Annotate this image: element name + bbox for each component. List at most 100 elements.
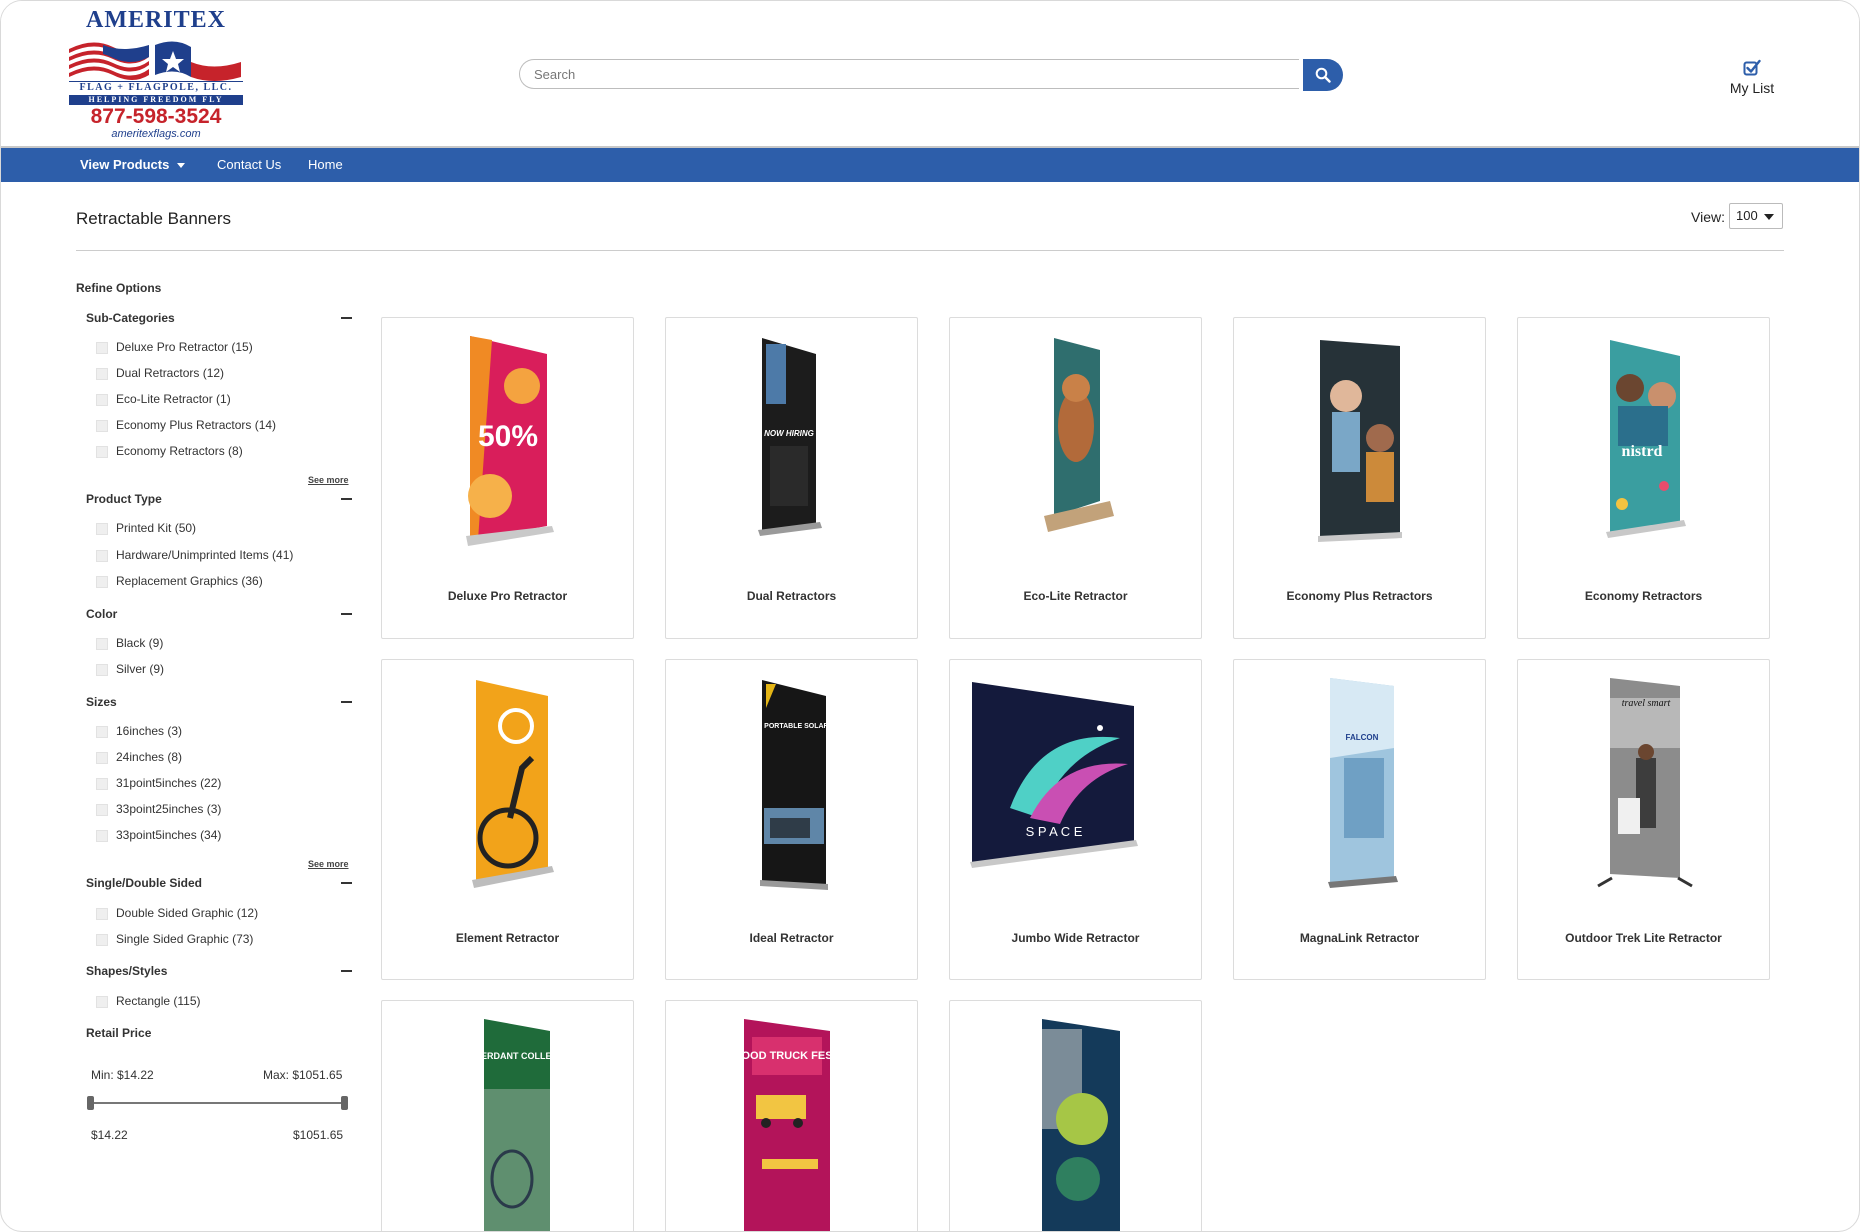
filter-option[interactable]: Double Sided Graphic (12) — [96, 905, 258, 921]
facet-sided-header[interactable]: Single/Double Sided — [86, 876, 428, 890]
checkbox[interactable] — [96, 663, 108, 676]
view-label: View: — [1691, 209, 1725, 225]
filter-option-label: Black (9) — [116, 636, 164, 650]
filter-option[interactable]: 24inches (8) — [96, 749, 182, 765]
facet-price-header: Retail Price — [86, 1026, 428, 1040]
checkbox[interactable] — [96, 367, 108, 380]
view-count-select[interactable]: 100 — [1729, 203, 1783, 229]
product-name: Eco-Lite Retractor — [1023, 589, 1128, 603]
collapse-icon[interactable] — [341, 882, 352, 884]
checkbox[interactable] — [96, 419, 108, 432]
logo-tagline: FLAG + FLAGPOLE, LLC. — [69, 81, 243, 94]
product-card[interactable]: Economy Plus Retractors — [1233, 317, 1486, 639]
nav-view-products[interactable]: View Products — [80, 148, 186, 182]
price-slider-min-handle[interactable] — [87, 1096, 94, 1110]
product-card[interactable]: NOW HIRING Dual Retractors — [665, 317, 918, 639]
collapse-icon[interactable] — [341, 498, 352, 500]
banner-text: THE VERDANT COLLECTION — [455, 1051, 580, 1061]
filter-option[interactable]: Economy Retractors (8) — [96, 443, 243, 459]
checkbox[interactable] — [96, 751, 108, 764]
product-card[interactable]: nistrd Economy Retractors — [1517, 317, 1770, 639]
product-image: BEST RATED PORTABLE SOLAR CHARGER — [718, 680, 866, 890]
facet-title: Sub-Categories — [86, 311, 175, 325]
nav-contact-us[interactable]: Contact Us — [217, 148, 281, 182]
filter-option[interactable]: Replacement Graphics (36) — [96, 573, 263, 589]
facet-shapes-header[interactable]: Shapes/Styles — [86, 964, 428, 978]
product-card[interactable]: Element Retractor — [381, 659, 634, 980]
filter-option-label: Printed Kit (50) — [116, 521, 197, 535]
nav-home[interactable]: Home — [308, 148, 343, 182]
filter-option-label: 33point25inches (3) — [116, 802, 222, 816]
product-image: S P A C E — [970, 682, 1138, 868]
product-card[interactable]: 50% Deluxe Pro Retractor — [381, 317, 634, 639]
filter-option-label: Silver (9) — [116, 662, 165, 676]
checkbox[interactable] — [96, 829, 108, 842]
search-button[interactable] — [1303, 59, 1343, 91]
product-image — [1318, 340, 1402, 542]
facet-color-header[interactable]: Color — [86, 607, 428, 621]
product-card[interactable] — [949, 1000, 1202, 1231]
checkbox[interactable] — [96, 803, 108, 816]
collapse-icon[interactable] — [341, 613, 352, 615]
checkbox[interactable] — [96, 933, 108, 946]
price-slider-track[interactable] — [90, 1102, 348, 1104]
filter-option[interactable]: Silver (9) — [96, 661, 164, 677]
product-name: Outdoor Trek Lite Retractor — [1565, 931, 1722, 945]
product-card[interactable]: THE VERDANT COLLECTION — [381, 1000, 634, 1231]
product-card[interactable]: FALCON MagnaLink Retractor — [1233, 659, 1486, 980]
price-slider-max-handle[interactable] — [341, 1096, 348, 1110]
product-card[interactable]: BEST RATED PORTABLE SOLAR CHARGER Ideal … — [665, 659, 918, 980]
facet-sizes-header[interactable]: Sizes — [86, 695, 428, 709]
filter-option[interactable]: 31point5inches (22) — [96, 775, 221, 791]
see-more-link[interactable]: See more — [308, 859, 349, 869]
facet-product-type-header[interactable]: Product Type — [86, 492, 428, 506]
filter-option[interactable]: Economy Plus Retractors (14) — [96, 417, 276, 433]
product-card[interactable]: FOOD TRUCK FEST — [665, 1000, 918, 1231]
facet-subcategories-header[interactable]: Sub-Categories — [86, 311, 428, 325]
search-input[interactable] — [519, 59, 1299, 89]
checkbox[interactable] — [96, 445, 108, 458]
product-card[interactable]: S P A C E Jumbo Wide Retractor — [949, 659, 1202, 980]
checkbox[interactable] — [96, 995, 108, 1008]
caret-down-icon — [1764, 214, 1774, 220]
filter-option-label: 33point5inches (34) — [116, 828, 222, 842]
banner-text: FALCON — [1346, 733, 1379, 742]
my-list-button[interactable]: My List — [1721, 59, 1783, 96]
filter-option[interactable]: Rectangle (115) — [96, 993, 201, 1009]
filter-option[interactable]: Hardware/Unimprinted Items (41) — [96, 547, 293, 563]
product-name: Deluxe Pro Retractor — [447, 589, 568, 603]
filter-option[interactable]: Single Sided Graphic (73) — [96, 931, 253, 947]
product-card[interactable]: travel smart Outdoor Trek Lite Retractor — [1517, 659, 1770, 980]
filter-option[interactable]: Black (9) — [96, 635, 163, 651]
banner-text: FOOD TRUCK FEST — [735, 1050, 840, 1062]
checkbox[interactable] — [96, 777, 108, 790]
see-more-link[interactable]: See more — [308, 475, 349, 485]
refine-title: Refine Options — [76, 281, 162, 295]
filter-option[interactable]: Eco-Lite Retractor (1) — [96, 391, 231, 407]
site-logo[interactable]: AMERITEX FLAG + FLAGPOLE, LLC. HELPING F… — [63, 7, 249, 140]
checkbox[interactable] — [96, 637, 108, 650]
filter-option-label: 24inches (8) — [116, 750, 183, 764]
checkbox[interactable] — [96, 907, 108, 920]
filter-option[interactable]: Dual Retractors (12) — [96, 365, 224, 381]
product-name: MagnaLink Retractor — [1299, 931, 1420, 945]
logo-url: ameritexflags.com — [111, 128, 201, 140]
filter-option[interactable]: 33point25inches (3) — [96, 801, 221, 817]
collapse-icon[interactable] — [341, 317, 352, 319]
checkbox[interactable] — [96, 725, 108, 738]
filter-option[interactable]: Printed Kit (50) — [96, 520, 196, 536]
checklist-icon — [1743, 59, 1761, 76]
checkbox[interactable] — [96, 549, 108, 562]
checkbox[interactable] — [96, 393, 108, 406]
logo-phone: 877-598-3524 — [90, 105, 222, 128]
filter-option-label: Economy Plus Retractors (14) — [116, 418, 277, 432]
checkbox[interactable] — [96, 341, 108, 354]
checkbox[interactable] — [96, 522, 108, 535]
filter-option[interactable]: 16inches (3) — [96, 723, 182, 739]
product-card[interactable]: Eco-Lite Retractor — [949, 317, 1202, 639]
collapse-icon[interactable] — [341, 970, 352, 972]
filter-option[interactable]: Deluxe Pro Retractor (15) — [96, 339, 253, 355]
collapse-icon[interactable] — [341, 701, 352, 703]
filter-option[interactable]: 33point5inches (34) — [96, 827, 221, 843]
checkbox[interactable] — [96, 575, 108, 588]
